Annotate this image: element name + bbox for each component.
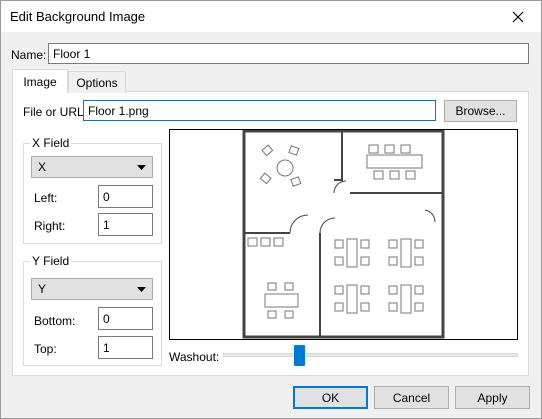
- washout-slider-thumb[interactable]: [294, 345, 305, 366]
- y-field-title: Y Field: [30, 254, 72, 268]
- top-input[interactable]: [98, 336, 153, 359]
- left-label: Left:: [34, 191, 58, 205]
- cancel-button[interactable]: Cancel: [374, 386, 449, 409]
- close-icon: [512, 11, 524, 22]
- ok-button-label: OK: [321, 390, 340, 405]
- cancel-button-label: Cancel: [392, 390, 431, 405]
- floor-plan-image: [242, 129, 445, 339]
- file-url-label: File or URL:: [23, 105, 88, 119]
- y-field-select-value: Y: [38, 282, 47, 296]
- left-input[interactable]: [98, 185, 153, 208]
- right-input[interactable]: [98, 213, 153, 236]
- right-label: Right:: [34, 219, 66, 233]
- x-field-select-value: X: [38, 160, 47, 174]
- name-label: Name:: [11, 48, 47, 62]
- browse-button[interactable]: Browse...: [444, 100, 517, 122]
- apply-button[interactable]: Apply: [455, 386, 530, 409]
- edit-background-image-dialog: Edit Background Image Name: Image Option…: [0, 0, 542, 419]
- ok-button[interactable]: OK: [293, 386, 368, 409]
- apply-button-label: Apply: [477, 390, 508, 405]
- washout-slider[interactable]: [223, 353, 518, 357]
- bottom-input[interactable]: [98, 307, 153, 330]
- tab-image-label: Image: [23, 74, 57, 89]
- close-button[interactable]: [495, 1, 541, 32]
- file-url-input[interactable]: [83, 100, 436, 121]
- tab-image[interactable]: Image: [12, 69, 68, 93]
- x-field-title: X Field: [30, 136, 72, 150]
- washout-label: Washout:: [169, 350, 220, 364]
- background-image-preview: [169, 129, 518, 340]
- x-field-select[interactable]: X: [31, 156, 153, 178]
- y-field-select[interactable]: Y: [31, 278, 153, 300]
- top-label: Top:: [34, 342, 57, 356]
- chevron-down-icon: [137, 164, 146, 170]
- title-bar: Edit Background Image: [1, 1, 541, 32]
- tab-options-label: Options: [76, 75, 118, 90]
- tab-options[interactable]: Options: [68, 71, 126, 93]
- window-title: Edit Background Image: [10, 9, 146, 24]
- bottom-label: Bottom:: [34, 314, 76, 328]
- browse-button-label: Browse...: [455, 104, 506, 118]
- chevron-down-icon: [137, 286, 146, 292]
- name-input[interactable]: [48, 43, 529, 64]
